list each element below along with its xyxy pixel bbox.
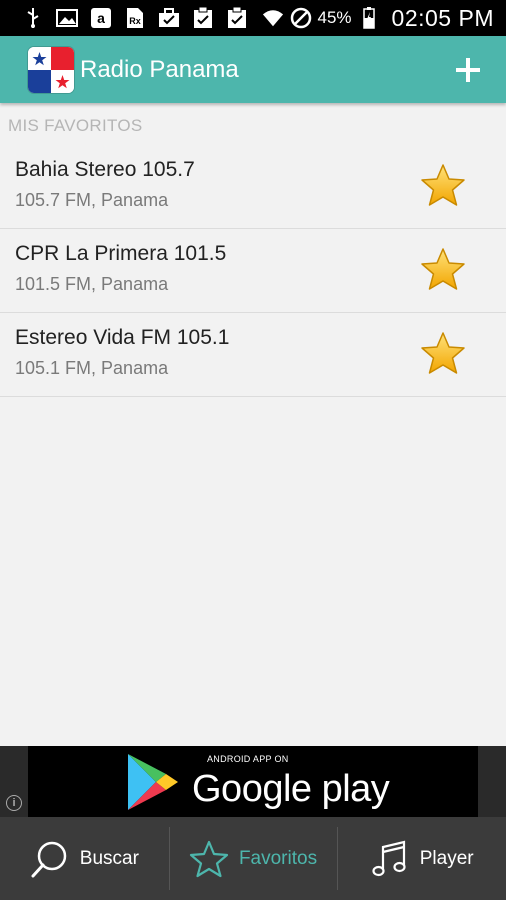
star-icon[interactable] — [420, 331, 466, 377]
ad-side-panel — [478, 746, 506, 817]
add-station-button[interactable] — [452, 54, 484, 86]
svg-text:Rx: Rx — [129, 16, 141, 26]
star-outline-icon — [189, 840, 229, 877]
system-icons: 45% 02:05 PM — [262, 5, 506, 32]
rx-icon: Rx — [124, 7, 146, 29]
battery-percent: 45% — [317, 8, 352, 27]
star-icon[interactable] — [420, 163, 466, 209]
ad-caption: ANDROID APP ON — [207, 754, 289, 764]
info-icon[interactable]: i — [6, 795, 22, 811]
list-item[interactable]: Bahia Stereo 105.7 105.7 FM, Panama — [0, 145, 506, 229]
section-header: MIS FAVORITOS — [8, 116, 143, 135]
list-item[interactable]: Estereo Vida FM 105.1 105.1 FM, Panama — [0, 313, 506, 397]
ad-brand: Google play — [192, 768, 390, 810]
wifi-icon — [262, 7, 284, 29]
tab-label: Buscar — [79, 847, 139, 869]
music-note-icon — [372, 840, 406, 876]
tab-label: Player — [419, 847, 474, 869]
svg-text:a: a — [97, 10, 105, 26]
station-name: Estereo Vida FM 105.1 — [15, 326, 230, 349]
favorites-list: Bahia Stereo 105.7 105.7 FM, Panama CPR … — [0, 145, 506, 397]
tab-favoritos[interactable]: Favoritos — [168, 817, 338, 900]
status-bar: a Rx 45% 02:05 PM — [0, 0, 506, 36]
app-bar: Radio Panama — [0, 36, 506, 103]
ad-banner[interactable]: i ANDROID APP ON Google play — [0, 746, 506, 817]
plus-icon — [456, 57, 480, 82]
usb-icon — [22, 7, 44, 29]
app-title: Radio Panama — [80, 55, 239, 83]
panama-flag-icon[interactable] — [28, 46, 74, 93]
star-icon[interactable] — [420, 247, 466, 293]
tab-buscar[interactable]: Buscar — [0, 817, 169, 900]
notification-icons: a Rx — [0, 7, 248, 29]
station-name: CPR La Primera 101.5 — [15, 242, 227, 265]
image-icon — [56, 7, 78, 29]
station-frequency: 101.5 FM, Panama — [15, 274, 169, 294]
do-not-disturb-icon — [290, 7, 312, 29]
station-frequency: 105.1 FM, Panama — [15, 358, 169, 378]
briefcase-check-icon — [158, 7, 180, 29]
clipboard-check-icon — [226, 7, 248, 29]
battery-icon — [358, 7, 380, 29]
search-icon — [31, 841, 67, 877]
clock: 02:05 PM — [391, 4, 494, 31]
amazon-icon: a — [90, 7, 112, 29]
tab-label: Favoritos — [238, 847, 318, 869]
list-item[interactable]: CPR La Primera 101.5 101.5 FM, Panama — [0, 229, 506, 313]
google-play-icon — [128, 754, 178, 810]
station-frequency: 105.7 FM, Panama — [15, 190, 169, 210]
tab-player[interactable]: Player — [337, 817, 506, 900]
station-name: Bahia Stereo 105.7 — [15, 158, 195, 181]
bottom-nav: Buscar Favoritos Player — [0, 817, 506, 900]
clipboard-check-icon — [192, 7, 214, 29]
